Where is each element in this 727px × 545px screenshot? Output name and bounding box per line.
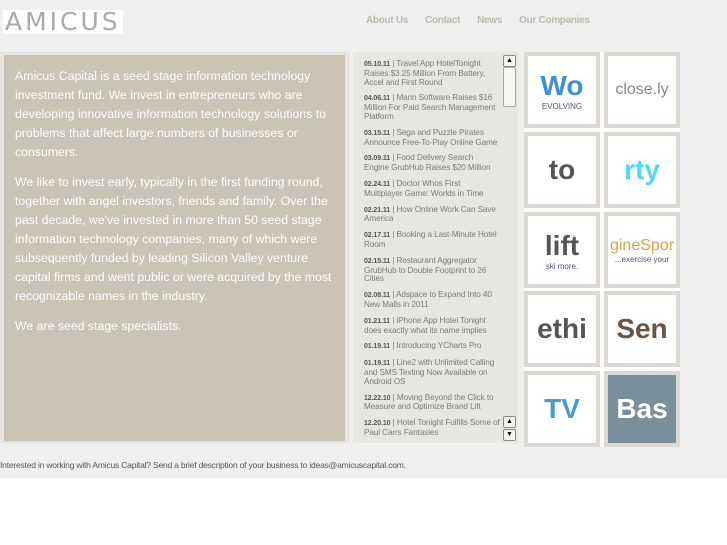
news-date: 12.22.10 xyxy=(364,394,391,402)
company-logo-tile[interactable]: TV xyxy=(524,371,600,447)
scroll-down-icon[interactable]: ▼ xyxy=(503,429,516,441)
company-logo-text: rty xyxy=(624,154,660,185)
news-date: 12.20.10 xyxy=(364,420,391,428)
footer-text: Interested in working with Amicus Capita… xyxy=(0,460,406,470)
scrollbar-thumb[interactable] xyxy=(503,67,516,107)
intro-paragraph: We like to invest early, typically in th… xyxy=(15,175,332,303)
intro-panel: Amicus Capital is a seed stage informati… xyxy=(0,52,350,443)
company-logo-text: gineSpor xyxy=(609,236,675,254)
news-date: 03.15.11 xyxy=(364,129,391,137)
company-logo-tile[interactable]: to xyxy=(524,132,600,208)
news-item[interactable]: 02.15.11 | Restaurant Aggregator GrubHub… xyxy=(364,256,500,284)
company-logo-tile[interactable]: close.ly xyxy=(604,52,680,128)
company-logo-text: to xyxy=(548,154,576,185)
nav-about-us[interactable]: About Us xyxy=(366,15,408,26)
company-logo-tile[interactable]: gineSpor ...exercise your xyxy=(604,212,680,288)
news-item[interactable]: 12.20.10 | Hotel Tonight Fulfills Some o… xyxy=(364,418,500,438)
company-logo-text: Bas xyxy=(616,393,668,424)
company-logo-tile[interactable]: ethi xyxy=(524,291,600,367)
company-logo-tile[interactable]: Sen xyxy=(604,291,680,367)
nav-news[interactable]: News xyxy=(477,15,502,26)
news-date: 02.15.11 xyxy=(364,257,391,265)
company-logo-tagline: ...exercise your xyxy=(614,254,670,264)
intro-paragraph: Amicus Capital is a seed stage informati… xyxy=(15,69,327,159)
company-logo-text: Wo xyxy=(540,69,584,101)
nav-contact[interactable]: Contact xyxy=(425,15,460,26)
amicus-logo[interactable]: AMICUS xyxy=(3,9,123,34)
news-date: 04.06.11 xyxy=(364,95,391,103)
company-logo-tile[interactable]: rty xyxy=(604,132,680,208)
news-list: 05.10.11 | Travel App HotelTonight Raise… xyxy=(353,52,518,443)
news-item[interactable]: 12.22.10 | Moving Beyond the Click to Me… xyxy=(364,393,500,413)
scroll-up-icon[interactable]: ▲ xyxy=(503,416,516,428)
news-date: 02.21.11 xyxy=(364,206,391,214)
scroll-up-icon[interactable]: ▲ xyxy=(503,55,516,67)
news-date: 03.09.11 xyxy=(364,155,391,163)
nav-our-companies[interactable]: Our Companies xyxy=(519,15,590,26)
company-logo-text: lift xyxy=(544,229,580,261)
news-title[interactable]: Introducing YCharts Pro xyxy=(396,341,481,350)
company-logo-text: TV xyxy=(544,393,580,424)
company-logo-grid: Wo EVOLVING close.ly to rty lift ski more. gine… xyxy=(524,52,680,447)
news-scrollbar[interactable]: ▲ ▲ ▼ xyxy=(503,55,516,441)
news-date: 05.10.11 xyxy=(364,61,391,68)
news-item[interactable]: 01.21.11 | iPhone App Hotel Tonight does… xyxy=(364,316,500,336)
company-logo-text: ethi xyxy=(537,313,587,344)
news-date: 02.17.11 xyxy=(364,232,391,240)
main-nav: About Us Contact News Our Companies xyxy=(366,15,607,26)
news-item[interactable]: 01.19.11 | Introducing YCharts Pro xyxy=(364,341,500,352)
news-date: 02.24.11 xyxy=(364,180,391,188)
news-item[interactable]: 03.15.11 | Sega and Puzzle Pirates Annou… xyxy=(364,128,500,148)
news-item[interactable]: 03.09.11 | Food Delivery Search Engine G… xyxy=(364,154,500,173)
news-date: 02.08.11 xyxy=(364,292,391,300)
company-logo-tile[interactable]: lift ski more. xyxy=(524,212,600,288)
news-item[interactable]: 02.08.11 | Adspace to Expand Into 40 New… xyxy=(364,290,500,310)
news-item[interactable]: 01.19.11 | Line2 with Unlimited Calling … xyxy=(364,358,500,386)
company-logo-text: Sen xyxy=(616,313,668,344)
company-logo-text: close.ly xyxy=(615,81,669,98)
news-item[interactable]: 02.21.11 | How Online Work Can Save Amer… xyxy=(364,205,500,225)
intro-paragraph: We are seed stage specialists. xyxy=(15,319,182,333)
company-logo-tagline: ski more. xyxy=(545,261,579,271)
news-date: 01.19.11 xyxy=(364,343,391,351)
news-date: 01.21.11 xyxy=(364,317,391,325)
company-logo-tile[interactable]: Bas xyxy=(604,371,680,447)
news-item[interactable]: 04.06.11 | Marin Software Raises $16 Mil… xyxy=(364,93,500,121)
news-item[interactable]: 02.17.11 | Booking a Last-Minute Hotel R… xyxy=(364,230,500,250)
company-logo-tile[interactable]: Wo EVOLVING xyxy=(524,52,600,128)
news-item[interactable]: 05.10.11 | Travel App HotelTonight Raise… xyxy=(364,59,500,87)
news-date: 01.19.11 xyxy=(364,360,391,368)
company-logo-tagline: EVOLVING xyxy=(541,101,583,111)
news-item[interactable]: 02.24.11 | Doctor Whos First Multiplayer… xyxy=(364,179,500,199)
